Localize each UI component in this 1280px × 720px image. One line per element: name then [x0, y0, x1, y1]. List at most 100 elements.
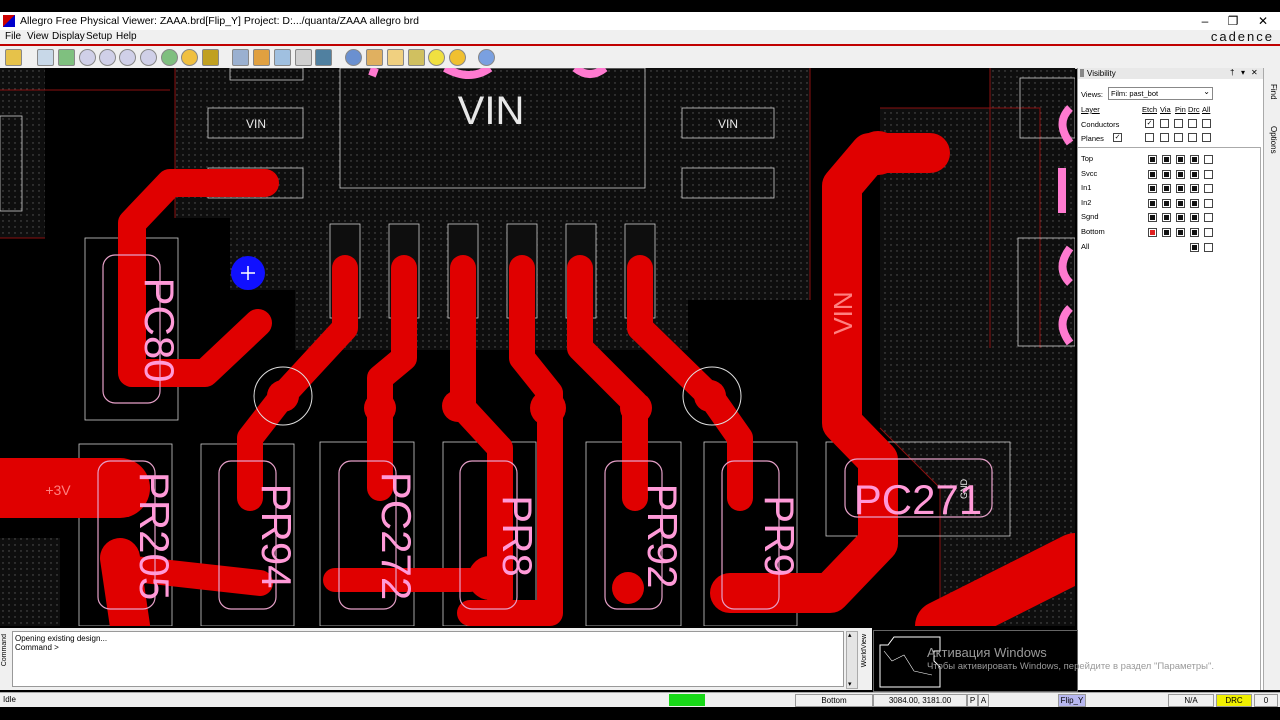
- status-drc[interactable]: DRC: [1216, 694, 1252, 707]
- refresh-icon[interactable]: [181, 49, 198, 66]
- status-p-button[interactable]: P: [967, 694, 978, 707]
- planes-via-checkbox[interactable]: [1160, 133, 1169, 142]
- zoom-in-icon[interactable]: [79, 49, 96, 66]
- pin-icon[interactable]: †: [1230, 68, 1234, 77]
- film-icon[interactable]: [315, 49, 332, 66]
- app-icon[interactable]: [3, 15, 15, 27]
- refdes-pc80: PC80: [136, 277, 183, 382]
- grid-icon[interactable]: [232, 49, 249, 66]
- planes-drc-checkbox[interactable]: [1188, 133, 1197, 142]
- layer-pin-checkbox[interactable]: [1176, 184, 1185, 194]
- dehighlight-icon[interactable]: [449, 49, 466, 66]
- conductors-etch-checkbox[interactable]: ✓: [1145, 119, 1154, 128]
- scroll-down-icon[interactable]: ▾: [848, 680, 852, 688]
- report-icon[interactable]: [387, 49, 404, 66]
- menu-help[interactable]: Help: [116, 31, 137, 42]
- layer-drc-checkbox[interactable]: [1190, 242, 1199, 252]
- layer-etch-checkbox[interactable]: [1148, 213, 1157, 223]
- layer-drc-checkbox[interactable]: [1190, 228, 1199, 237]
- help-icon[interactable]: [478, 49, 495, 66]
- zoom-fit-icon[interactable]: [58, 49, 75, 66]
- layer-pin-checkbox[interactable]: [1176, 228, 1185, 237]
- layer-name: In1: [1081, 183, 1092, 193]
- layer-via-checkbox[interactable]: [1162, 198, 1171, 208]
- layer-all-checkbox[interactable]: [1204, 242, 1213, 252]
- planes-all-checkbox[interactable]: [1202, 133, 1211, 142]
- tab-find[interactable]: Find: [1266, 84, 1278, 100]
- planes-pin-checkbox[interactable]: [1174, 133, 1183, 142]
- open-file-icon[interactable]: [5, 49, 22, 66]
- layer-etch-checkbox[interactable]: [1148, 169, 1157, 179]
- zoom-window-icon[interactable]: [37, 49, 54, 66]
- light-icon[interactable]: [428, 49, 445, 66]
- restore-icon[interactable]: ❐: [1218, 13, 1248, 29]
- layer-etch-checkbox[interactable]: [1148, 155, 1157, 164]
- conductors-drc-checkbox[interactable]: [1188, 119, 1197, 128]
- zoom-center-icon[interactable]: [140, 49, 157, 66]
- menu-view[interactable]: View: [27, 31, 49, 42]
- scroll-up-icon[interactable]: ▴: [848, 631, 852, 639]
- menu-setup[interactable]: Setup: [86, 31, 112, 42]
- shadow-icon[interactable]: [295, 49, 312, 66]
- layer-name: Sgnd: [1081, 212, 1099, 222]
- zoom-out-icon[interactable]: [99, 49, 116, 66]
- layer-drc-checkbox[interactable]: [1190, 198, 1199, 208]
- layer-via-checkbox[interactable]: [1162, 155, 1171, 164]
- conductors-via-checkbox[interactable]: [1160, 119, 1169, 128]
- layer-all-checkbox[interactable]: [1204, 198, 1213, 208]
- layer-all-checkbox[interactable]: [1204, 228, 1213, 237]
- layer-via-checkbox[interactable]: [1162, 213, 1171, 223]
- command-tab[interactable]: Command: [1, 634, 8, 666]
- selection-cursor-icon[interactable]: [231, 256, 265, 290]
- layer-pin-checkbox[interactable]: [1176, 169, 1185, 179]
- layers-icon[interactable]: [274, 49, 291, 66]
- layer-all-checkbox[interactable]: [1204, 213, 1213, 223]
- redraw-icon[interactable]: [161, 49, 178, 66]
- highlight-icon[interactable]: [408, 49, 425, 66]
- layer-via-checkbox[interactable]: [1162, 228, 1171, 237]
- views-select[interactable]: Film: past_bot ⌄: [1108, 87, 1213, 100]
- layer-pin-checkbox[interactable]: [1176, 198, 1185, 208]
- status-a-button[interactable]: A: [978, 694, 989, 707]
- visibility-panel: Visibility † ▾ ✕ Views: Film: past_bot ⌄…: [1077, 68, 1264, 690]
- layer-all-checkbox[interactable]: [1204, 169, 1213, 179]
- menu-display[interactable]: Display: [52, 31, 85, 42]
- planes-checkbox[interactable]: ✓: [1113, 133, 1122, 142]
- toolbar: [0, 46, 1280, 69]
- 3d-view-icon[interactable]: [202, 49, 219, 66]
- layer-drc-checkbox[interactable]: [1190, 155, 1199, 164]
- layer-drc-checkbox[interactable]: [1190, 213, 1199, 223]
- panel-close-icon[interactable]: ✕: [1251, 68, 1258, 77]
- color-icon[interactable]: [253, 49, 270, 66]
- pcb-board-drawing[interactable]: VIN VIN VIN VIN +3V GND PC80 PR205 PR94 …: [0, 68, 1075, 626]
- planes-etch-checkbox[interactable]: [1145, 133, 1154, 142]
- worldview-tab[interactable]: WorldView: [861, 634, 868, 667]
- command-output[interactable]: Opening existing design... Command >: [12, 631, 844, 687]
- via-clearance-rings: [253, 366, 742, 426]
- command-scrollbar[interactable]: ▴ ▾: [846, 631, 858, 689]
- design-canvas[interactable]: VIN VIN VIN VIN +3V GND PC80 PR205 PR94 …: [0, 68, 1075, 626]
- drag-handle-icon[interactable]: [1080, 69, 1084, 77]
- layer-all-checkbox[interactable]: [1204, 184, 1213, 194]
- layer-etch-checkbox[interactable]: [1148, 184, 1157, 194]
- measure-icon[interactable]: [366, 49, 383, 66]
- close-icon[interactable]: ✕: [1248, 13, 1278, 29]
- layer-via-checkbox[interactable]: [1162, 184, 1171, 194]
- conductors-pin-checkbox[interactable]: [1174, 119, 1183, 128]
- layer-pin-checkbox[interactable]: [1176, 213, 1185, 223]
- divider: [1078, 147, 1260, 148]
- layer-etch-checkbox[interactable]: [1148, 228, 1157, 237]
- info-icon[interactable]: [345, 49, 362, 66]
- panel-menu-icon[interactable]: ▾: [1241, 68, 1245, 77]
- layer-via-checkbox[interactable]: [1162, 169, 1171, 179]
- tab-options[interactable]: Options: [1266, 126, 1278, 154]
- layer-drc-checkbox[interactable]: [1190, 169, 1199, 179]
- minimize-icon[interactable]: –: [1190, 13, 1220, 29]
- zoom-previous-icon[interactable]: [119, 49, 136, 66]
- layer-etch-checkbox[interactable]: [1148, 198, 1157, 208]
- layer-drc-checkbox[interactable]: [1190, 184, 1199, 194]
- layer-all-checkbox[interactable]: [1204, 155, 1213, 164]
- menu-file[interactable]: File: [5, 31, 21, 42]
- conductors-all-checkbox[interactable]: [1202, 119, 1211, 128]
- layer-pin-checkbox[interactable]: [1176, 155, 1185, 164]
